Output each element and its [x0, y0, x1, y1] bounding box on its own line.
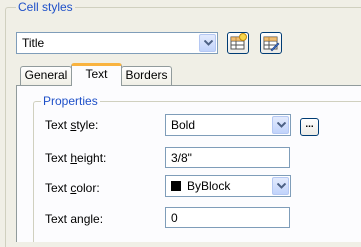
text-color-value: ByBlock: [187, 179, 231, 193]
text-height-value: 3/8": [171, 151, 192, 165]
tab-borders[interactable]: Borders: [121, 66, 172, 85]
chevron-down-icon[interactable]: [272, 177, 289, 195]
text-height-label: Text height:: [45, 151, 107, 165]
cell-style-value: Title: [22, 36, 45, 50]
manage-table-style-icon: [263, 36, 280, 52]
manage-cell-styles-button[interactable]: [260, 32, 282, 54]
text-height-input[interactable]: 3/8": [165, 147, 290, 168]
tab-general[interactable]: General: [20, 66, 72, 85]
properties-legend: Properties: [41, 94, 100, 108]
text-style-value: Bold: [171, 118, 196, 132]
color-swatch: [171, 181, 181, 191]
cell-styles-legend: Cell styles: [16, 0, 75, 14]
new-cell-style-button[interactable]: [227, 32, 249, 54]
new-table-style-icon: [230, 33, 247, 50]
tab-text[interactable]: Text: [71, 63, 122, 86]
chevron-down-icon[interactable]: [272, 116, 289, 134]
text-color-select[interactable]: ByBlock: [165, 175, 291, 197]
chevron-down-icon[interactable]: [199, 34, 216, 52]
text-angle-value: 0: [171, 211, 178, 225]
text-angle-label: Text angle:: [45, 212, 104, 226]
text-style-select[interactable]: Bold: [165, 114, 291, 136]
cell-style-select[interactable]: Title: [16, 32, 218, 54]
text-color-label: Text color:: [45, 181, 100, 195]
text-style-label: Text style:: [45, 118, 99, 132]
text-angle-input[interactable]: 0: [165, 207, 290, 228]
text-style-browse-button[interactable]: ...: [300, 118, 319, 136]
